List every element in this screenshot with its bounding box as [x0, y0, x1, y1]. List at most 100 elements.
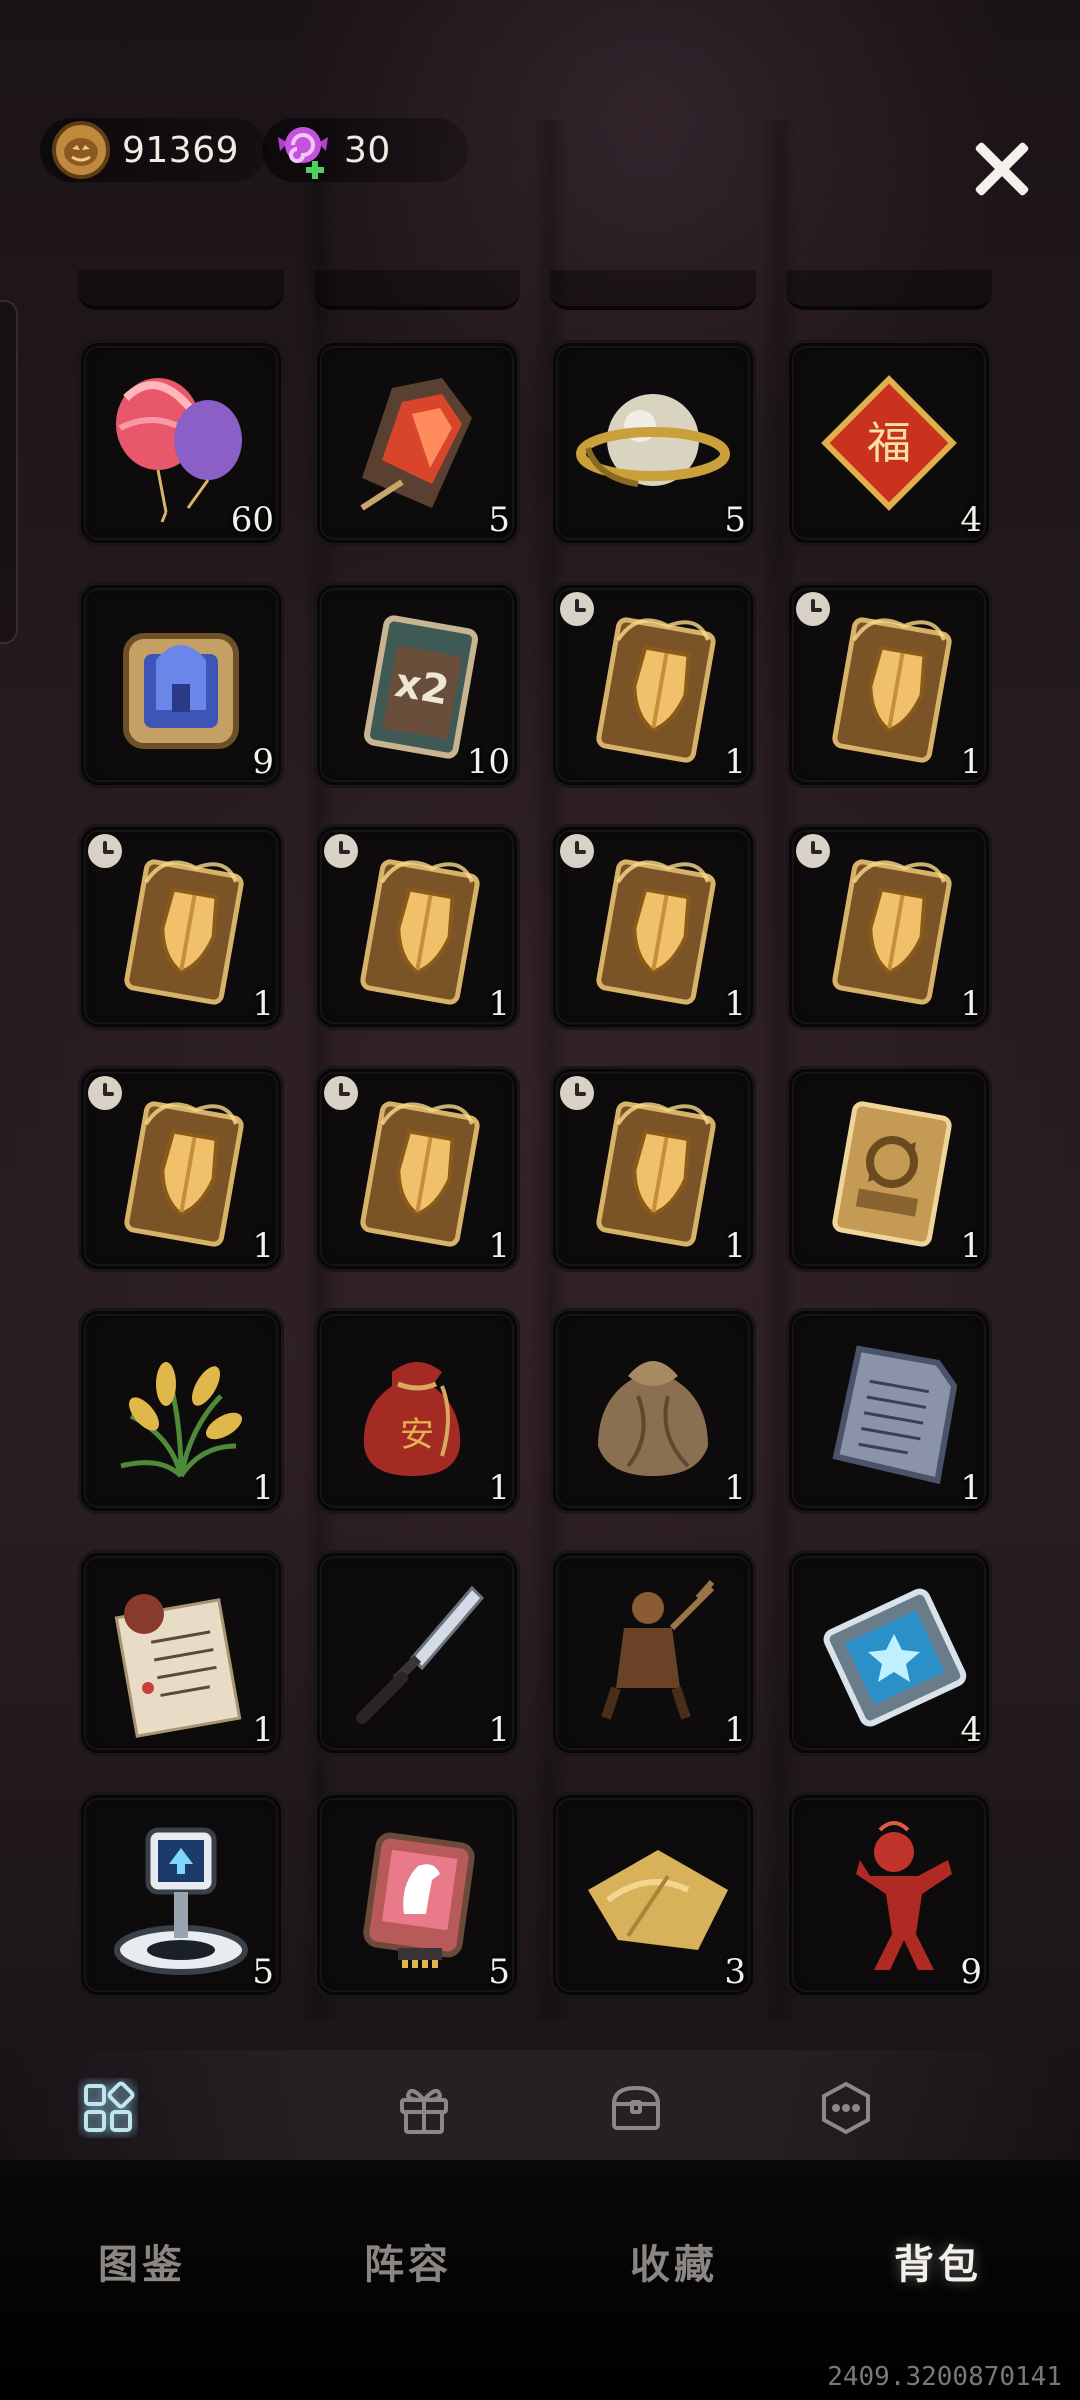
item-quantity: 4 [960, 500, 982, 540]
stone-tablet-icon [804, 1326, 974, 1496]
shield-card-icon [568, 1084, 738, 1254]
gold-currency: 91369 [40, 118, 266, 182]
red-doll-icon [804, 1810, 974, 1980]
item-slot[interactable]: 1 [786, 1066, 992, 1272]
shield-card-icon [96, 1084, 266, 1254]
item-slot[interactable]: 3 [550, 1792, 756, 1998]
contract-paper-icon [96, 1568, 266, 1738]
nav-backpack[interactable]: 背包 [838, 2232, 1038, 2290]
nav-lineup[interactable]: 阵容 [308, 2232, 508, 2290]
item-quantity: 5 [724, 500, 746, 540]
item-quantity: 1 [724, 1226, 746, 1266]
item-quantity: 1 [724, 1710, 746, 1750]
item-slot[interactable]: 1 [550, 1550, 756, 1756]
item-slot[interactable]: 1 [314, 1066, 520, 1272]
grid-icon[interactable] [78, 2078, 138, 2138]
crystal-card-icon [804, 1568, 974, 1738]
item-quantity: 1 [252, 1226, 274, 1266]
item-slot[interactable]: 安1 [314, 1308, 520, 1514]
item-quantity: 1 [252, 984, 274, 1024]
shield-card-icon [804, 600, 974, 770]
item-quantity: 1 [252, 1468, 274, 1508]
dagger-icon [332, 1568, 502, 1738]
item-slot[interactable]: x2 10 [314, 582, 520, 788]
item-slot[interactable]: 5 [550, 340, 756, 546]
item-slot[interactable]: 1 [550, 824, 756, 1030]
candy-amount: 30 [344, 129, 391, 171]
item-quantity: 4 [960, 1710, 982, 1750]
shield-card-icon [332, 1084, 502, 1254]
item-quantity: 3 [724, 1952, 746, 1992]
golden-orb-icon [568, 358, 738, 528]
svg-text:安: 安 [400, 1415, 434, 1455]
item-slot[interactable]: 福4 [786, 340, 992, 546]
item-slot[interactable]: 9 [78, 582, 284, 788]
item-slot[interactable]: 60 [78, 340, 284, 546]
item-quantity: 10 [466, 742, 510, 782]
refresh-card-icon [804, 1084, 974, 1254]
fu-charm-icon: 福 [804, 358, 974, 528]
item-slot[interactable]: 1 [78, 824, 284, 1030]
item-quantity: 5 [252, 1952, 274, 1992]
candy-currency[interactable]: 30 [262, 118, 468, 182]
gold-amount: 91369 [122, 129, 240, 171]
rice-sheaf-icon [96, 1326, 266, 1496]
item-slot[interactable]: 5 [78, 1792, 284, 1998]
shield-card-icon [96, 842, 266, 1012]
item-quantity: 1 [724, 742, 746, 782]
nav-collection[interactable]: 收藏 [574, 2232, 774, 2290]
shield-card-icon [804, 842, 974, 1012]
item-quantity: 1 [488, 1710, 510, 1750]
item-slot[interactable]: 5 [314, 1792, 520, 1998]
shield-card-icon [568, 600, 738, 770]
item-quantity: 1 [724, 984, 746, 1024]
cloth-bundle-icon [568, 1326, 738, 1496]
shield-card-icon [568, 842, 738, 1012]
build-version: 2409.3200870141 [827, 2362, 1062, 2392]
more-icon[interactable] [816, 2078, 876, 2138]
item-quantity: 1 [960, 1226, 982, 1266]
close-icon[interactable] [972, 138, 1032, 198]
item-slot[interactable]: 1 [786, 824, 992, 1030]
item-slot[interactable]: 1 [78, 1308, 284, 1514]
chest-icon[interactable] [606, 2078, 666, 2138]
gold-cloth-icon [568, 1810, 738, 1980]
item-slot[interactable]: 1 [314, 824, 520, 1030]
svg-text:x2: x2 [392, 660, 453, 715]
item-slot[interactable]: 1 [786, 582, 992, 788]
item-quantity: 1 [960, 742, 982, 782]
item-slot[interactable]: 1 [78, 1550, 284, 1756]
backpack-subtabs [0, 2050, 1080, 2160]
item-quantity: 5 [488, 1952, 510, 1992]
blue-lantern-card-icon [96, 600, 266, 770]
item-quantity: 1 [960, 984, 982, 1024]
figure-statue-icon [568, 1568, 738, 1738]
item-slot-partial [550, 270, 756, 310]
item-slot[interactable]: 1 [550, 582, 756, 788]
item-quantity: 1 [724, 1468, 746, 1508]
item-quantity: 9 [252, 742, 274, 782]
item-quantity: 60 [230, 500, 274, 540]
item-slot-partial [314, 270, 520, 310]
item-slot[interactable]: 4 [786, 1550, 992, 1756]
red-gem-icon [332, 358, 502, 528]
candy-plus-icon[interactable] [272, 119, 334, 181]
pumpkin-coin-icon [50, 119, 112, 181]
item-slot[interactable]: 9 [786, 1792, 992, 1998]
gift-icon[interactable] [394, 2078, 454, 2138]
item-slot-partial [78, 270, 284, 310]
item-slot[interactable]: 1 [550, 1308, 756, 1514]
item-slot[interactable]: 1 [314, 1550, 520, 1756]
red-pouch-icon: 安 [332, 1326, 502, 1496]
item-slot[interactable]: 5 [314, 340, 520, 546]
nav-catalog[interactable]: 图鉴 [42, 2232, 242, 2290]
item-quantity: 5 [488, 500, 510, 540]
item-slot[interactable]: 1 [550, 1066, 756, 1272]
item-quantity: 1 [488, 1226, 510, 1266]
side-drawer-handle[interactable] [0, 300, 18, 644]
item-slot[interactable]: 1 [78, 1066, 284, 1272]
item-slot[interactable]: 1 [786, 1308, 992, 1514]
horse-badge-icon [332, 1810, 502, 1980]
bottom-navigation: 图鉴 阵容 收藏 背包 2409.3200870141 [0, 2160, 1080, 2400]
item-quantity: 9 [960, 1952, 982, 1992]
